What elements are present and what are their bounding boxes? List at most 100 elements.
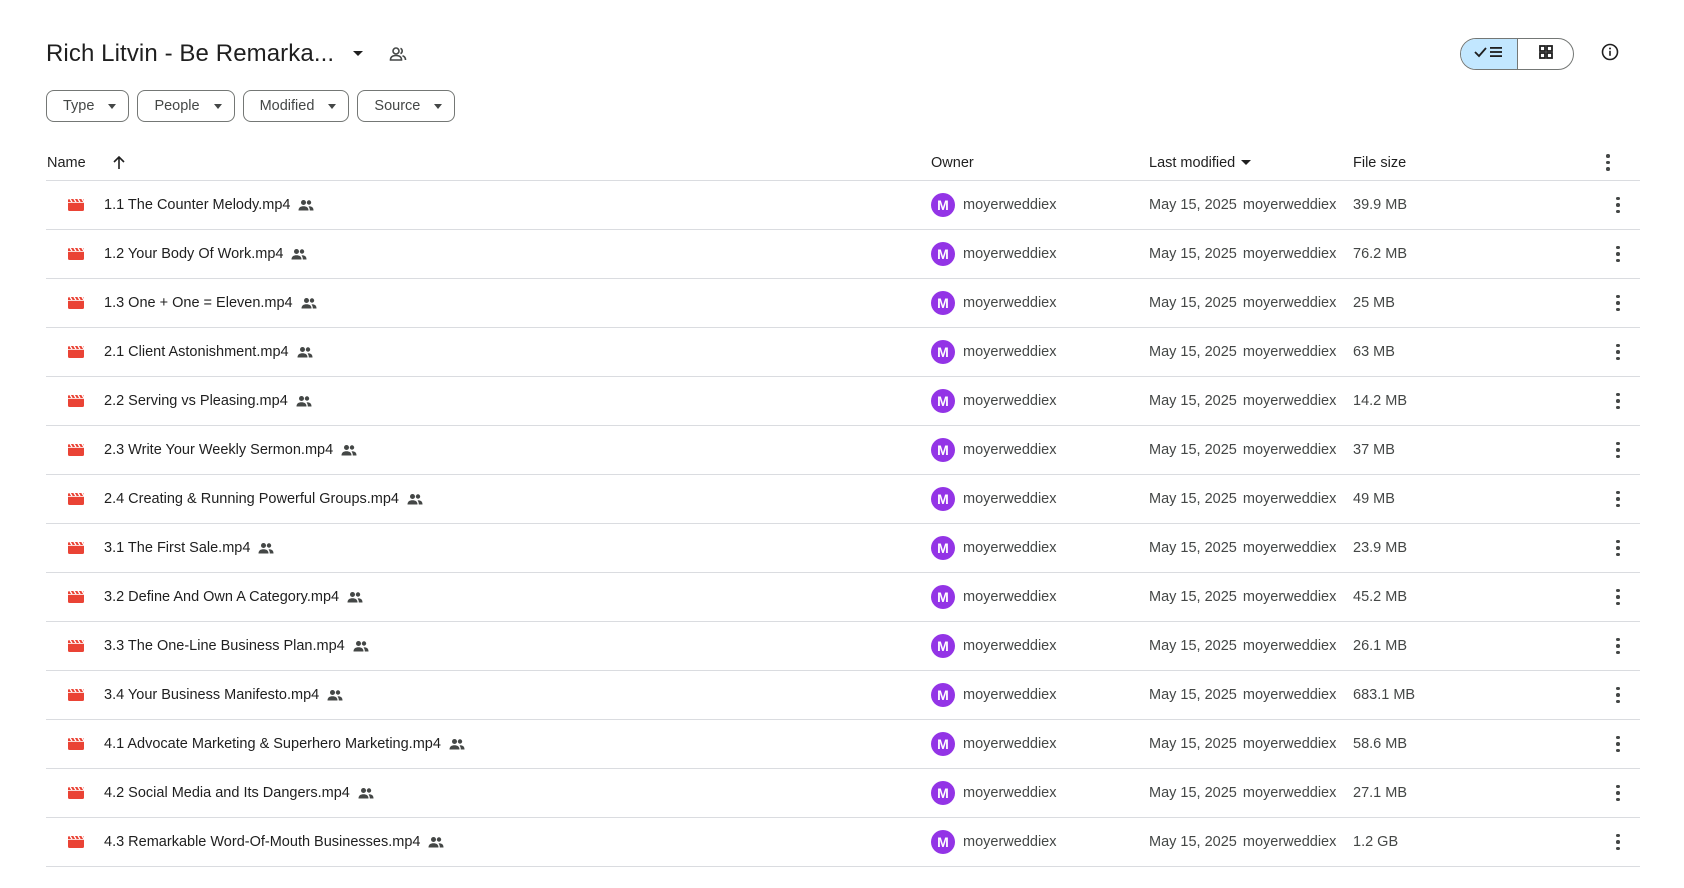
people-icon[interactable]	[386, 42, 410, 66]
column-options-button[interactable]	[1606, 154, 1610, 171]
shared-people-icon	[449, 735, 467, 753]
filter-people[interactable]: People	[137, 90, 235, 122]
video-file-icon	[67, 686, 85, 704]
table-row[interactable]: 2.2 Serving vs Pleasing.mp4 M moyerweddi…	[46, 377, 1640, 426]
file-name: 3.3 The One-Line Business Plan.mp4	[104, 637, 371, 655]
table-row[interactable]: 4.1 Advocate Marketing & Superhero Marke…	[46, 720, 1640, 769]
owner-cell: M moyerweddiex	[931, 585, 1057, 609]
row-options-button[interactable]	[1606, 585, 1630, 609]
shared-people-icon	[347, 588, 365, 606]
modified-by: moyerweddiex	[1242, 589, 1337, 605]
modified-by: moyerweddiex	[1242, 344, 1337, 360]
table-row[interactable]: 3.3 The One-Line Business Plan.mp4 M moy…	[46, 622, 1640, 671]
last-modified-cell: May 15, 2025 moyerweddiex	[1149, 638, 1336, 654]
row-options-button[interactable]	[1606, 389, 1630, 413]
row-options-button[interactable]	[1606, 487, 1630, 511]
row-options-button[interactable]	[1606, 536, 1630, 560]
file-name: 2.3 Write Your Weekly Sermon.mp4	[104, 441, 359, 459]
file-name: 4.2 Social Media and Its Dangers.mp4	[104, 784, 376, 802]
video-file-icon	[67, 245, 85, 263]
file-size: 25 MB	[1353, 295, 1395, 311]
owner-cell: M moyerweddiex	[931, 438, 1057, 462]
list-view-button[interactable]	[1461, 39, 1517, 69]
modified-date: May 15, 2025	[1149, 295, 1237, 311]
row-options-button[interactable]	[1606, 732, 1630, 756]
owner-name: moyerweddiex	[963, 736, 1057, 752]
last-modified-cell: May 15, 2025 moyerweddiex	[1149, 442, 1336, 458]
modified-by: moyerweddiex	[1242, 638, 1337, 654]
filter-source[interactable]: Source	[357, 90, 456, 122]
last-modified-cell: May 15, 2025 moyerweddiex	[1149, 491, 1336, 507]
file-name-text: 4.2 Social Media and Its Dangers.mp4	[104, 785, 350, 801]
column-header-modified[interactable]: Last modified	[1149, 154, 1252, 171]
table-row[interactable]: 3.4 Your Business Manifesto.mp4 M moyerw…	[46, 671, 1640, 720]
table-row[interactable]: 4.2 Social Media and Its Dangers.mp4 M m…	[46, 769, 1640, 818]
row-options-button[interactable]	[1606, 683, 1630, 707]
info-button[interactable]	[1594, 38, 1626, 70]
table-row[interactable]: 2.4 Creating & Running Powerful Groups.m…	[46, 475, 1640, 524]
modified-by: moyerweddiex	[1242, 834, 1337, 850]
row-options-button[interactable]	[1606, 634, 1630, 658]
shared-people-icon	[298, 196, 316, 214]
avatar: M	[931, 585, 955, 609]
file-name-text: 2.4 Creating & Running Powerful Groups.m…	[104, 491, 399, 507]
caret-down-icon[interactable]	[346, 42, 370, 66]
shared-people-icon	[353, 637, 371, 655]
owner-name: moyerweddiex	[963, 638, 1057, 654]
modified-date: May 15, 2025	[1149, 540, 1237, 556]
modified-by: moyerweddiex	[1242, 246, 1337, 262]
row-options-button[interactable]	[1606, 830, 1630, 854]
avatar: M	[931, 438, 955, 462]
avatar: M	[931, 291, 955, 315]
more-vert-icon	[1616, 343, 1620, 361]
view-toggle	[1460, 36, 1626, 72]
caret-down-icon	[1241, 160, 1252, 165]
modified-date: May 15, 2025	[1149, 197, 1237, 213]
column-modified-label: Last modified	[1149, 154, 1236, 171]
chevron-down-icon	[108, 103, 117, 109]
table-row[interactable]: 1.1 The Counter Melody.mp4 M moyerweddie…	[46, 181, 1640, 230]
row-options-button[interactable]	[1606, 340, 1630, 364]
owner-name: moyerweddiex	[963, 344, 1057, 360]
grid-icon	[1538, 44, 1553, 64]
row-options-button[interactable]	[1606, 291, 1630, 315]
folder-title[interactable]: Rich Litvin - Be Remarka...	[46, 40, 334, 68]
owner-cell: M moyerweddiex	[931, 634, 1057, 658]
more-vert-icon	[1616, 637, 1620, 655]
grid-view-button[interactable]	[1517, 39, 1573, 69]
last-modified-cell: May 15, 2025 moyerweddiex	[1149, 834, 1336, 850]
more-vert-icon	[1616, 245, 1620, 263]
table-row[interactable]: 2.3 Write Your Weekly Sermon.mp4 M moyer…	[46, 426, 1640, 475]
column-header-owner[interactable]: Owner	[931, 155, 974, 171]
table-row[interactable]: 1.2 Your Body Of Work.mp4 M moyerweddiex…	[46, 230, 1640, 279]
avatar: M	[931, 683, 955, 707]
filter-modified[interactable]: Modified	[242, 90, 350, 122]
shared-people-icon	[407, 490, 425, 508]
modified-by: moyerweddiex	[1242, 491, 1337, 507]
file-name-text: 2.3 Write Your Weekly Sermon.mp4	[104, 442, 334, 458]
avatar: M	[931, 634, 955, 658]
modified-date: May 15, 2025	[1149, 589, 1237, 605]
last-modified-cell: May 15, 2025 moyerweddiex	[1149, 589, 1336, 605]
video-file-icon	[67, 343, 85, 361]
file-size: 45.2 MB	[1353, 589, 1407, 605]
owner-cell: M moyerweddiex	[931, 830, 1057, 854]
table-row[interactable]: 3.1 The First Sale.mp4 M moyerweddiex Ma…	[46, 524, 1640, 573]
table-row[interactable]: 3.2 Define And Own A Category.mp4 M moye…	[46, 573, 1640, 622]
owner-cell: M moyerweddiex	[931, 487, 1057, 511]
last-modified-cell: May 15, 2025 moyerweddiex	[1149, 687, 1336, 703]
table-row[interactable]: 2.1 Client Astonishment.mp4 M moyerweddi…	[46, 328, 1640, 377]
file-name-text: 2.2 Serving vs Pleasing.mp4	[104, 393, 288, 409]
column-header-size[interactable]: File size	[1353, 155, 1406, 171]
row-options-button[interactable]	[1606, 193, 1630, 217]
arrow-up-icon[interactable]	[110, 154, 128, 172]
row-options-button[interactable]	[1606, 781, 1630, 805]
row-options-button[interactable]	[1606, 438, 1630, 462]
column-header-name[interactable]: Name	[47, 154, 128, 172]
filter-type[interactable]: Type	[46, 90, 130, 122]
table-row[interactable]: 1.3 One + One = Eleven.mp4 M moyerweddie…	[46, 279, 1640, 328]
shared-people-icon	[258, 539, 276, 557]
shared-people-icon	[327, 686, 345, 704]
row-options-button[interactable]	[1606, 242, 1630, 266]
table-row[interactable]: 4.3 Remarkable Word-Of-Mouth Businesses.…	[46, 818, 1640, 867]
